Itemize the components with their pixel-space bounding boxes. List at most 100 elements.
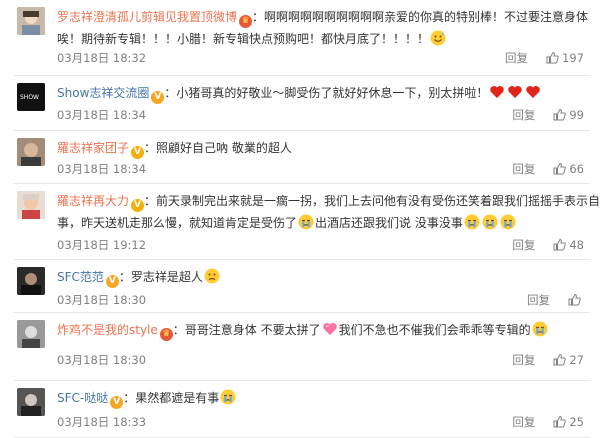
reply-button[interactable]: 回复 [512,353,535,367]
username-link[interactable]: 罗志祥澄清孤儿剪辑见我置顶微博 [57,10,237,24]
comment-body: SFC-哒哒 V ：果然都遮是有事 [57,387,584,409]
comment-item: SHOW Show志祥交流圈 V ：小猪哥真的好敬业～脚受伤了就好好休息一下，别太拼啦… [0,76,600,131]
verified-v-icon[interactable]: V [131,199,145,212]
comment-text: ：小猪哥真的好敬业～脚受伤了就好好休息一下，别太拼啦！ [164,86,489,100]
like-count: 27 [569,353,584,367]
comment-timestamp: 03月18日 18:30 [57,293,147,307]
comment-timestamp: 03月18日 18:30 [57,353,147,367]
emoji-heart-icon [525,84,541,100]
comment-text: ：照顧好自己吶 敬業的超人 [144,141,292,155]
thumbs-up-icon [553,162,567,175]
comment-text-line: Show志祥交流圈 V ：小猪哥真的好敬业～脚受伤了就好好休息一下，别太拼啦！ [57,82,584,104]
verified-v-icon[interactable]: V [151,91,165,104]
comment-body: 羅志祥再大力 V ：前天录制完出来就是一瘸一拐，我们上去问他有没有受伤还笑着跟我们摇… [57,190,600,234]
like-button[interactable]: 99 [553,108,584,122]
comment-actions: 回复 [527,292,584,308]
comment-text: ：哥哥注意身体 不要太拼了 [172,323,321,337]
comment-body: 罗志祥澄清孤儿剪辑见我置顶微博 ♛ ：啊啊啊啊啊啊啊啊啊啊亲爱的你真的特别棒！不过要… [57,6,588,50]
comment-text: ：罗志祥是超人 [118,270,203,284]
thumbs-up-icon [553,353,567,366]
emoji-cry-icon [532,321,548,337]
comment-timestamp: 03月18日 18:34 [57,108,147,122]
comment-item: SFC-哒哒 V ：果然都遮是有事 03月18日 18:33 回复 25 [0,381,600,438]
like-button[interactable]: 197 [546,51,584,65]
comment-text-line: 羅志祥再大力 V ：前天录制完出来就是一瘸一拐，我们上去问他有没有受伤还笑着跟我们摇… [57,190,600,212]
comment-timestamp: 03月18日 19:12 [57,238,147,252]
emoji-cry-icon [482,214,498,230]
reply-button[interactable]: 回复 [512,238,535,252]
like-button[interactable]: 66 [553,162,584,176]
avatar[interactable] [17,7,45,35]
comment-actions: 回复 66 [512,161,584,177]
like-button[interactable] [568,293,584,307]
comment-text: ：前天录制完出来就是一瘸一拐，我们上去问他有没有受伤还笑着跟我们摇摇手表示自己没 [144,194,600,208]
avatar[interactable]: SHOW [17,83,45,111]
comment-actions: 回复 48 [512,237,584,253]
thumbs-up-icon [553,238,567,251]
comment-text-line: 唉！期待新专辑！！！小腊！新专辑快点预购吧！都快月底了！！！！ [57,28,584,50]
comment-item: 炸鸡不是我的style ♛ ：哥哥注意身体 不要太拼了 我们不急也不催我们会乖乖等专辑… [0,313,600,381]
emoji-heart-icon [489,84,505,100]
username-link[interactable]: 羅志祥家团子 [57,141,129,155]
comment-list: 罗志祥澄清孤儿剪辑见我置顶微博 ♛ ：啊啊啊啊啊啊啊啊啊啊亲爱的你真的特别棒！不过要… [0,0,600,438]
comment-timestamp: 03月18日 18:32 [57,51,147,65]
verified-v-icon[interactable]: V [131,146,145,159]
username-link[interactable]: 炸鸡不是我的style [57,323,158,337]
thumbs-up-icon [568,293,581,306]
vip-crown-icon[interactable]: ♛ [159,328,173,341]
comment-body: Show志祥交流圈 V ：小猪哥真的好敬业～脚受伤了就好好休息一下，别太拼啦！ [57,82,584,104]
comment-item: 羅志祥家团子 V ：照顧好自己吶 敬業的超人 03月18日 18:34 回复 66 [0,131,600,184]
comment-item: 罗志祥澄清孤儿剪辑见我置顶微博 ♛ ：啊啊啊啊啊啊啊啊啊啊亲爱的你真的特别棒！不过要… [0,0,600,76]
emoji-cry-icon [464,214,480,230]
like-count: 66 [569,162,584,176]
verified-v-icon[interactable]: V [110,396,124,409]
vip-crown-icon[interactable]: ♛ [239,15,253,28]
comment-body: 炸鸡不是我的style ♛ ：哥哥注意身体 不要太拼了 我们不急也不催我们会乖乖等专辑… [57,319,584,341]
like-button[interactable]: 48 [553,238,584,252]
avatar[interactable] [17,320,45,348]
comment-timestamp: 03月18日 18:34 [57,162,147,176]
comment-item: SFC范范 V ：罗志祥是超人 03月18日 18:30 回复 [0,260,600,313]
comment-text: 我们不急也不催我们会乖乖等专辑的 [338,323,531,337]
emoji-heart-pink-icon [322,321,338,337]
comment-text-line: 罗志祥澄清孤儿剪辑见我置顶微博 ♛ ：啊啊啊啊啊啊啊啊啊啊亲爱的你真的特别棒！不过要… [57,6,588,28]
reply-button[interactable]: 回复 [512,108,535,122]
comment-timestamp: 03月18日 18:33 [57,415,147,429]
emoji-heart-icon [507,84,523,100]
avatar[interactable] [17,388,45,416]
comment-actions: 回复 197 [505,50,584,66]
username-link[interactable]: SFC-哒哒 [57,391,108,405]
verified-v-icon[interactable]: V [105,275,119,288]
username-link[interactable]: 羅志祥再大力 [57,194,129,208]
like-count: 48 [569,238,584,252]
like-button[interactable]: 25 [553,415,584,429]
reply-button[interactable]: 回复 [527,293,550,307]
comment-text: ：果然都遮是有事 [123,391,220,405]
comment-text-line: 事，昨天送机走那么慢，就知道肯定是受伤了 出酒店还跟我们说 没事没事 [57,212,584,234]
reply-button[interactable]: 回复 [512,162,535,176]
comment-text-line: 炸鸡不是我的style ♛ ：哥哥注意身体 不要太拼了 我们不急也不催我们会乖乖等专辑… [57,319,584,341]
emoji-cry-icon [220,389,236,405]
comment-text: 唉！期待新专辑！！！小腊！新专辑快点预购吧！都快月底了！！！！ [57,32,430,46]
reply-button[interactable]: 回复 [512,415,535,429]
username-link[interactable]: SFC范范 [57,270,104,284]
thumbs-up-icon [553,108,567,121]
comment-text: 事，昨天送机走那么慢，就知道肯定是受伤了 [57,216,298,230]
emoji-cry-icon [500,214,516,230]
emoji-sweat-smile-icon [430,30,446,46]
username-link[interactable]: Show志祥交流圈 [57,86,149,100]
emoji-cry-icon [298,214,314,230]
emoji-sad-icon [204,268,220,284]
avatar[interactable] [17,267,45,295]
reply-button[interactable]: 回复 [505,51,528,65]
avatar[interactable] [17,138,45,166]
comment-text: 出酒店还跟我们说 没事没事 [315,216,463,230]
comment-actions: 回复 27 [512,352,584,368]
comment-text-line: SFC范范 V ：罗志祥是超人 [57,266,584,288]
comment-actions: 回复 25 [512,414,584,430]
comment-text-line: SFC-哒哒 V ：果然都遮是有事 [57,387,584,409]
comment-body: SFC范范 V ：罗志祥是超人 [57,266,584,288]
thumbs-up-icon [546,51,559,64]
like-button[interactable]: 27 [553,353,584,367]
avatar[interactable] [17,191,45,219]
